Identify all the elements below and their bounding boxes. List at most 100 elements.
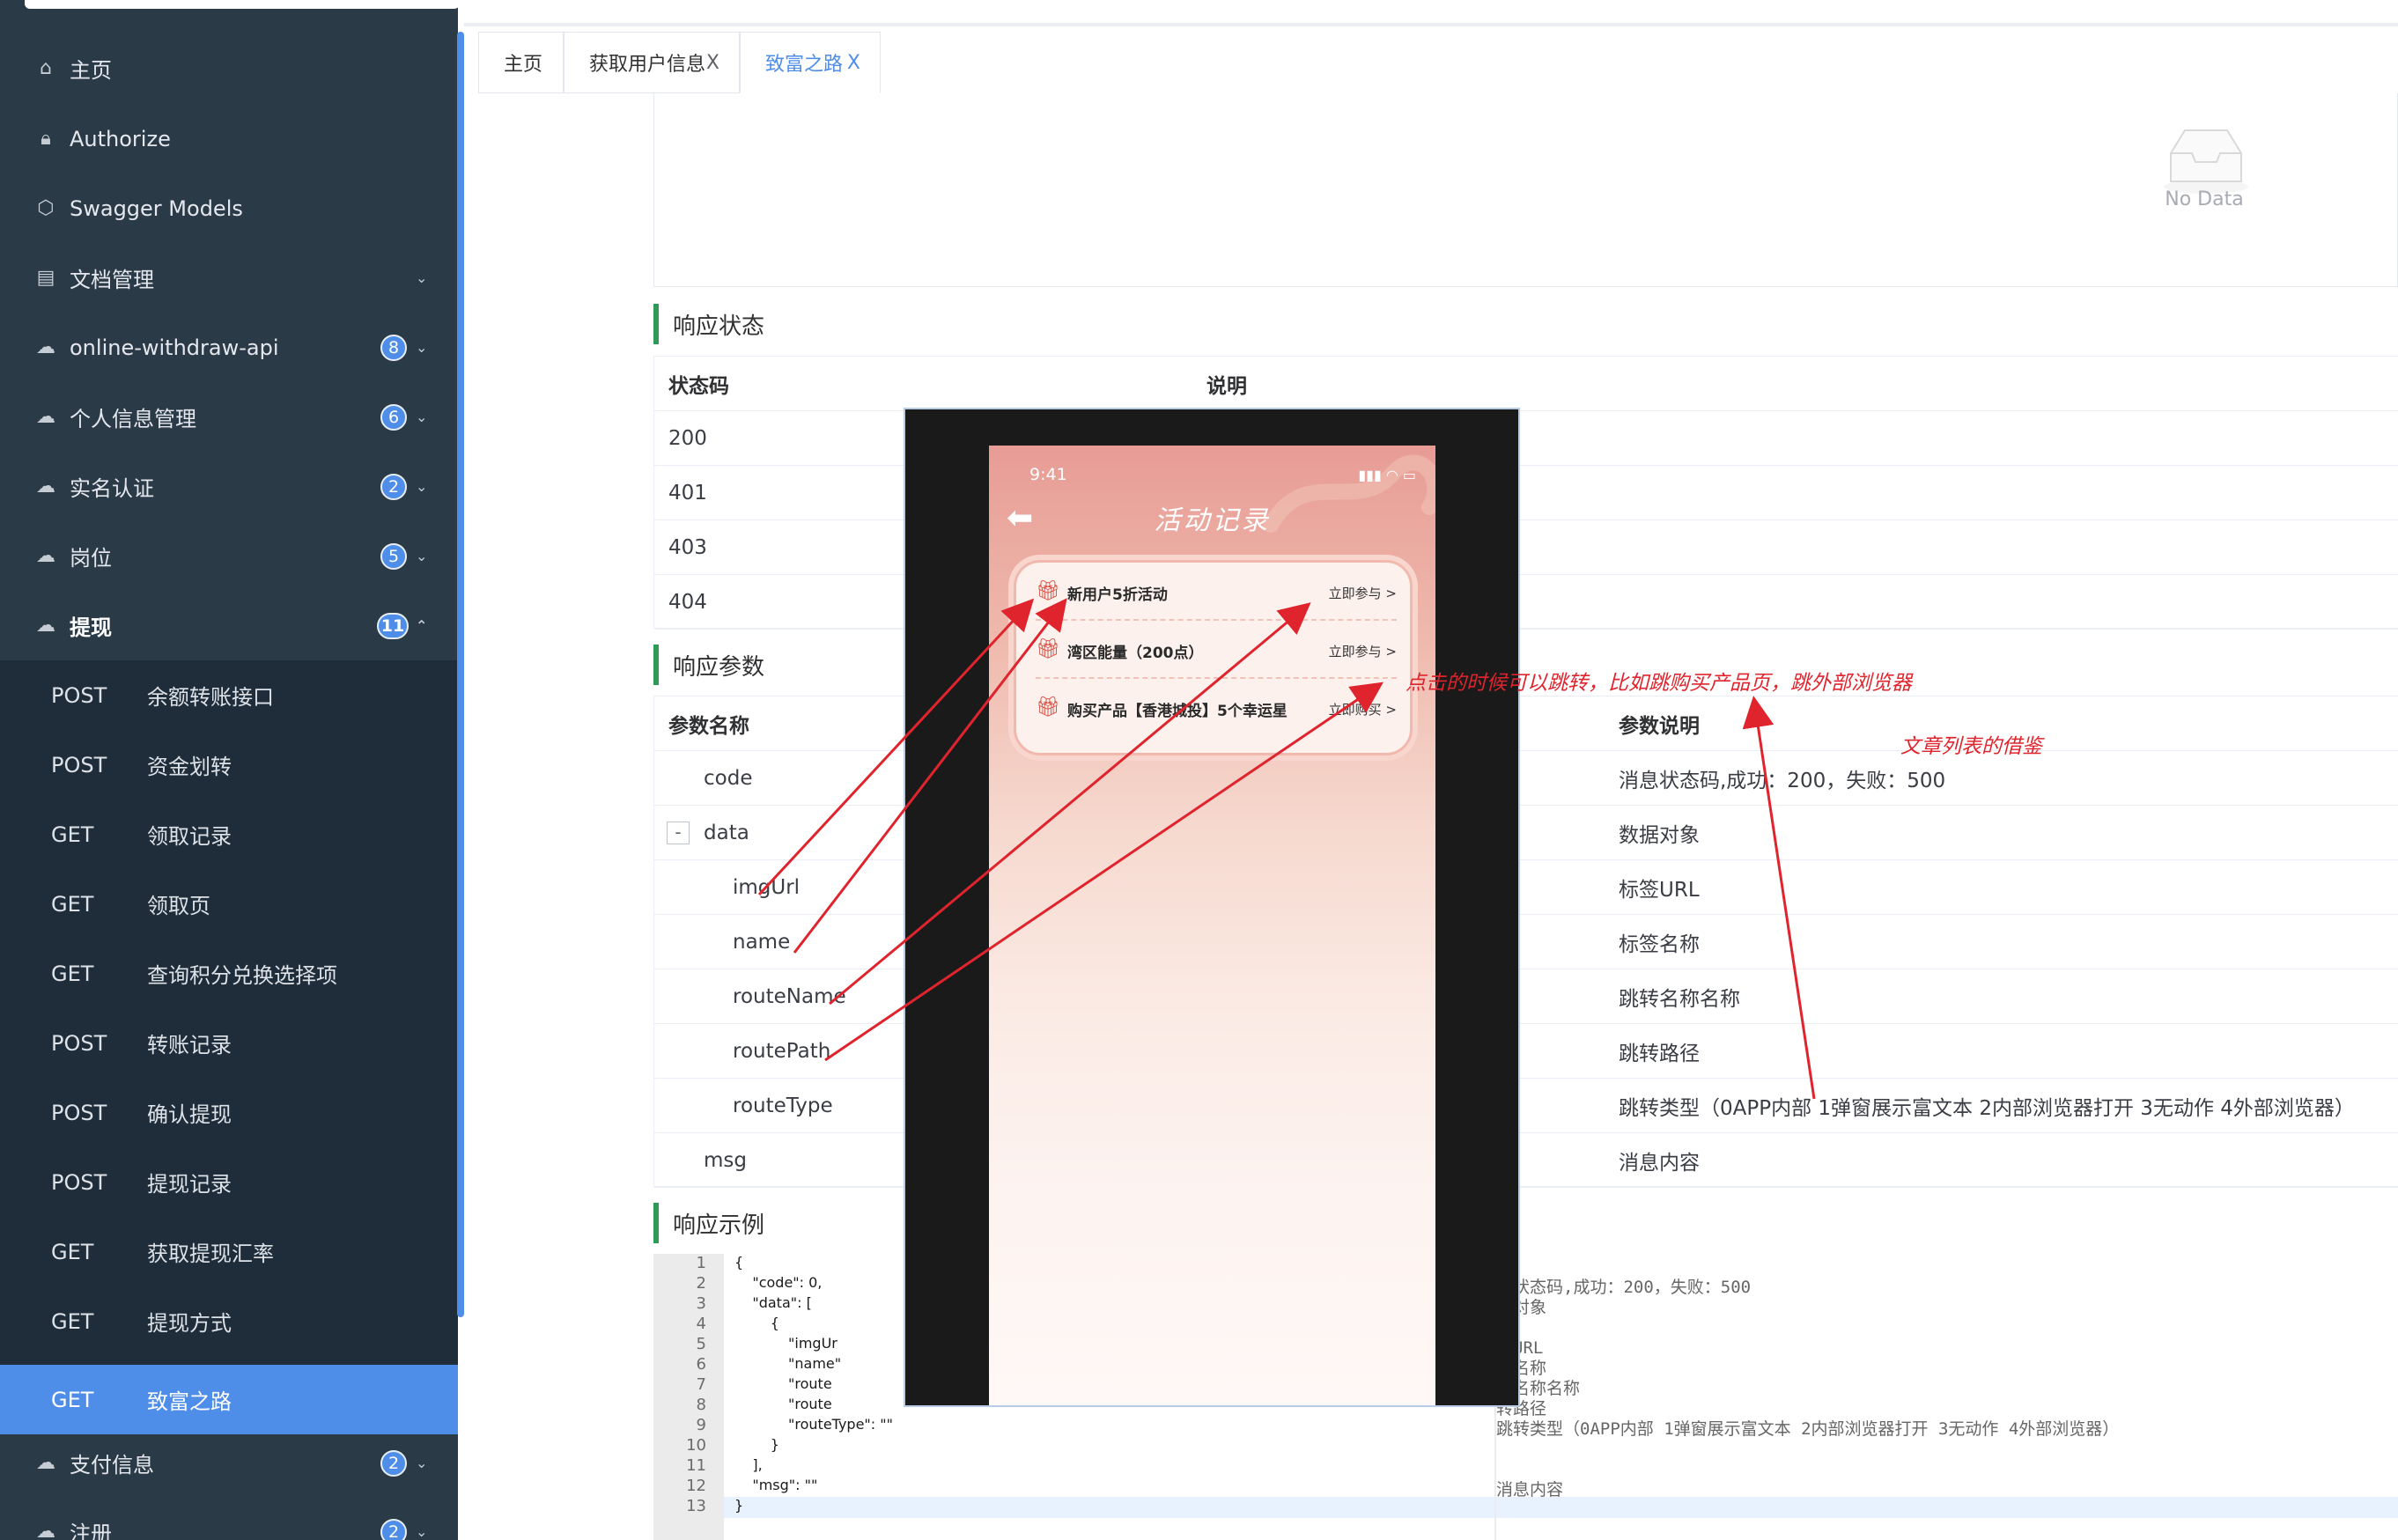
param-desc: 跳转名称名称 [1619, 987, 1740, 1011]
tab-get-user-info[interactable]: 获取用户信息 X [564, 32, 740, 93]
param-desc: 标签名称 [1619, 932, 1700, 956]
sidebar-item-real-name[interactable]: ☁ 实名认证 2 ⌄ [0, 452, 458, 521]
activity-action[interactable]: 立即参与 > [1329, 642, 1397, 660]
line-number: 6 [696, 1355, 706, 1374]
close-icon[interactable]: X [847, 52, 860, 74]
api-name: 转账记录 [147, 1033, 232, 1057]
sidebar-item-swagger-models[interactable]: ⬡ Swagger Models [0, 173, 458, 243]
sidebar-item-label: 文档管理 [70, 268, 154, 292]
header-param-desc: 参数说明 [1619, 714, 1700, 738]
sidebar-item-label: 提现 [70, 615, 112, 640]
line-number-gutter: 1 2 3 4 5 6 7 8 9 10 11 12 13 [653, 1254, 724, 1540]
response-params-title: 响应参数 [653, 645, 764, 685]
cloud-icon: ☁ [36, 1521, 55, 1540]
sidebar-item-label: Swagger Models [70, 195, 243, 221]
param-name: routePath [733, 1039, 831, 1063]
activity-name: 新用户5折活动 [1067, 586, 1168, 604]
status-code: 404 [668, 590, 707, 614]
status-code: 401 [668, 481, 707, 505]
count-badge: 8 [380, 334, 407, 361]
tab-label: 获取用户信息 [589, 54, 706, 76]
gift-icon: 🎁︎ [1036, 696, 1060, 718]
code-line: { [734, 1254, 744, 1271]
param-desc: 消息状态码,成功：200，失败：500 [1619, 769, 1946, 792]
api-name: 资金划转 [147, 755, 232, 779]
count-badge: 6 [380, 403, 407, 431]
tab-label: 致富之路 [765, 54, 844, 76]
api-item[interactable]: GET 提现方式 [0, 1286, 458, 1356]
tab-home[interactable]: 主页 [478, 32, 564, 93]
cube-icon: ⬡ [37, 197, 55, 219]
chevron-down-icon: ⌄ [416, 269, 428, 286]
withdraw-submenu: POST 余额转账接口 POST 资金划转 GET 领取记录 GET 领取页 G… [0, 660, 458, 1434]
status-code: 200 [668, 426, 707, 450]
collapse-toggle[interactable]: - [667, 821, 690, 844]
sidebar-item-label: 实名认证 [70, 476, 154, 501]
chevron-down-icon: ⌄ [416, 548, 428, 564]
param-name: imgUrl [733, 875, 801, 899]
api-item[interactable]: GET 领取记录 [0, 799, 458, 869]
sidebar-scrollbar[interactable] [457, 32, 464, 1317]
param-desc: 数据对象 [1619, 823, 1700, 847]
table-header: 状态码 说明 [654, 357, 2398, 411]
tab-label: 主页 [504, 54, 543, 76]
http-method: GET [51, 891, 94, 917]
line-number: 11 [686, 1456, 706, 1475]
sidebar-item-authorize[interactable]: 🔒︎ Authorize [0, 104, 458, 173]
api-item[interactable]: GET 领取页 [0, 869, 458, 939]
http-method: GET [51, 1387, 94, 1412]
line-number: 3 [696, 1294, 706, 1313]
count-badge: 5 [380, 542, 407, 570]
sidebar-item-online-withdraw-api[interactable]: ☁ online-withdraw-api 8 ⌄ [0, 313, 458, 382]
api-item[interactable]: POST 余额转账接口 [0, 660, 458, 730]
param-desc: 标签URL [1619, 878, 1700, 902]
sidebar-item-label: 主页 [70, 58, 112, 83]
line-number: 4 [696, 1315, 706, 1333]
api-item-selected[interactable]: GET 致富之路 [0, 1365, 458, 1434]
sidebar-item-withdraw[interactable]: ☁ 提现 11 ⌃ [0, 591, 458, 660]
http-method: GET [51, 1308, 94, 1334]
api-name: 确认提现 [147, 1102, 232, 1127]
sidebar-item-personal-info[interactable]: ☁ 个人信息管理 6 ⌄ [0, 382, 458, 452]
sidebar-item-doc-manage[interactable]: ▤ 文档管理 ⌄ [0, 243, 458, 313]
code-line: "msg": "" [734, 1477, 818, 1493]
line-number: 2 [696, 1274, 706, 1293]
chevron-down-icon: ⌄ [416, 478, 428, 495]
gift-icon: 🎁︎ [1036, 638, 1060, 660]
activity-item[interactable]: 🎁︎ 购买产品【香港城投】5个幸运星 立即购买 > [1036, 679, 1397, 737]
api-item[interactable]: GET 获取提现汇率 [0, 1217, 458, 1286]
cloud-icon: ☁ [36, 475, 55, 497]
code-line: "data": [ [734, 1294, 812, 1311]
activity-item[interactable]: 🎁︎ 湾区能量（200点） 立即参与 > [1036, 621, 1397, 679]
cloud-icon: ☁ [36, 545, 55, 567]
api-item[interactable]: GET 查询积分兑换选择项 [0, 939, 458, 1008]
sidebar-item-position[interactable]: ☁ 岗位 5 ⌄ [0, 521, 458, 591]
cloud-icon: ☁ [36, 615, 55, 637]
sidebar-item-register[interactable]: ☁ 注册 2 ⌄ [0, 1497, 458, 1540]
api-item[interactable]: POST 资金划转 [0, 730, 458, 799]
phone-page-title: 活动记录 [1154, 505, 1271, 536]
code-line: "imgUr [734, 1335, 837, 1352]
sidebar-item-label: 岗位 [70, 546, 112, 571]
no-data-text: No Data [2165, 188, 2244, 210]
activity-item[interactable]: 🎁︎ 新用户5折活动 立即参与 > [1036, 563, 1397, 621]
annotation-jump-note: 点击的时候可以跳转，比如跳购买产品页，跳外部浏览器 [1406, 672, 1912, 695]
api-item[interactable]: POST 确认提现 [0, 1078, 458, 1147]
code-line: { [734, 1315, 779, 1331]
api-item[interactable]: POST 提现记录 [0, 1147, 458, 1217]
close-icon[interactable]: X [706, 52, 719, 74]
count-badge: 2 [380, 1518, 407, 1540]
activity-action[interactable]: 立即购买 > [1329, 700, 1397, 718]
code-comment: 跳转类型（0APP内部 1弹窗展示富文本 2内部浏览器打开 3无动作 4外部浏览… [1496, 1419, 2120, 1439]
tab-road-to-riches[interactable]: 致富之路 X [740, 32, 881, 93]
response-example-title: 响应示例 [653, 1203, 764, 1243]
header-status-code: 状态码 [668, 374, 729, 398]
api-name: 查询积分兑换选择项 [147, 963, 337, 988]
api-item[interactable]: POST 转账记录 [0, 1008, 458, 1078]
sidebar-item-home[interactable]: ⌂ 主页 [0, 33, 458, 103]
sidebar-search-input[interactable] [25, 0, 458, 9]
activity-action[interactable]: 立即参与 > [1329, 584, 1397, 602]
header-description: 说明 [1206, 374, 1247, 398]
sidebar-item-payment-info[interactable]: ☁ 支付信息 2 ⌄ [0, 1428, 458, 1498]
param-desc: 跳转路径 [1619, 1042, 1700, 1065]
